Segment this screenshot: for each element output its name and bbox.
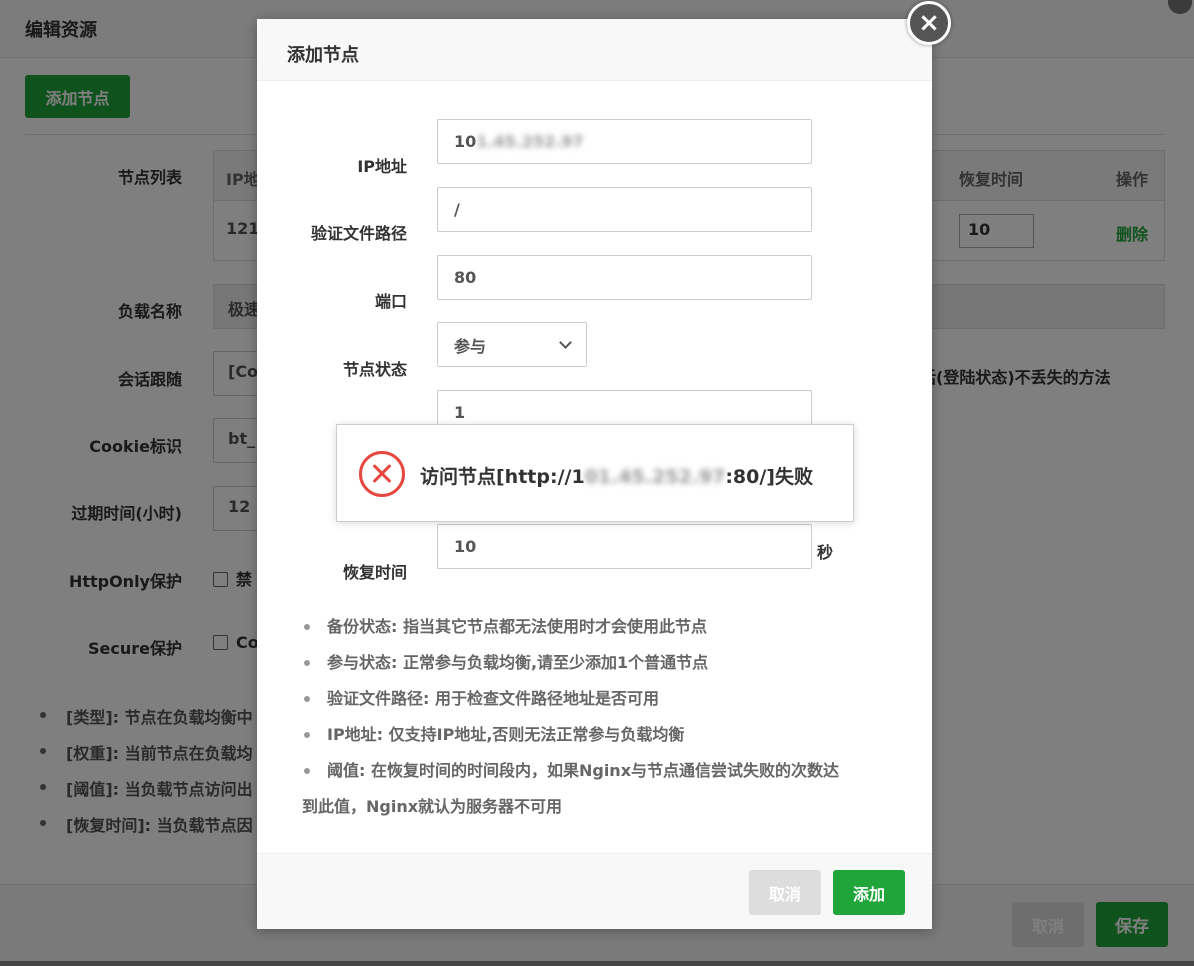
ip-label: IP地址 [357, 157, 407, 176]
state-label: 节点状态 [342, 360, 407, 379]
path-input[interactable]: / [437, 187, 812, 232]
dialog-notes: 备份状态: 指当其它节点都无法使用时才会使用此节点 参与状态: 正常参与负载均衡… [302, 609, 902, 825]
toast-message: 访问节点[http://101.45.252.97:80/]失败 [420, 462, 813, 489]
note-item: 验证文件路径: 用于检查文件路径地址是否可用 [302, 681, 902, 717]
toast-text-redacted: 01.45.252.97 [584, 466, 726, 488]
dialog-add-button[interactable]: 添加 [833, 870, 905, 915]
port-input[interactable]: 80 [437, 255, 812, 300]
dialog-footer: 取消 添加 [257, 853, 932, 929]
toast-text-prefix: 访问节点[http://1 [420, 466, 585, 488]
state-select[interactable]: 参与 [437, 322, 587, 367]
error-toast: 访问节点[http://101.45.252.97:80/]失败 [336, 424, 854, 522]
dialog-header: 添加节点 [257, 19, 932, 81]
recover-unit: 秒 [817, 543, 834, 562]
dialog-cancel-button[interactable]: 取消 [749, 870, 821, 915]
error-circle-icon [359, 451, 405, 497]
taskbar-strip [0, 961, 1194, 966]
recover-label: 恢复时间 [342, 563, 407, 582]
path-label: 验证文件路径 [310, 224, 407, 243]
note-item: 参与状态: 正常参与负载均衡,请至少添加1个普通节点 [302, 645, 902, 681]
ip-value: 10 [454, 132, 477, 151]
dialog-title: 添加节点 [287, 45, 359, 66]
note-item: 阈值: 在恢复时间的时间段内，如果Nginx与节点通信尝试失败的次数达 [302, 753, 902, 789]
close-icon[interactable]: × [907, 1, 951, 45]
ip-input[interactable]: 10 1.45.252.97 [437, 119, 812, 164]
ip-value-redacted: 1.45.252.97 [476, 132, 584, 151]
state-value: 参与 [454, 336, 487, 356]
note-item: IP地址: 仅支持IP地址,否则无法正常参与负载均衡 [302, 717, 902, 753]
port-label: 端口 [374, 292, 407, 311]
recover-input[interactable]: 10 [437, 524, 812, 569]
chevron-down-icon [559, 335, 572, 349]
note-item: 备份状态: 指当其它节点都无法使用时才会使用此节点 [302, 609, 902, 645]
toast-text-suffix: :80/]失败 [725, 466, 813, 488]
note-item-continued: 到此值，Nginx就认为服务器不可用 [302, 797, 563, 816]
